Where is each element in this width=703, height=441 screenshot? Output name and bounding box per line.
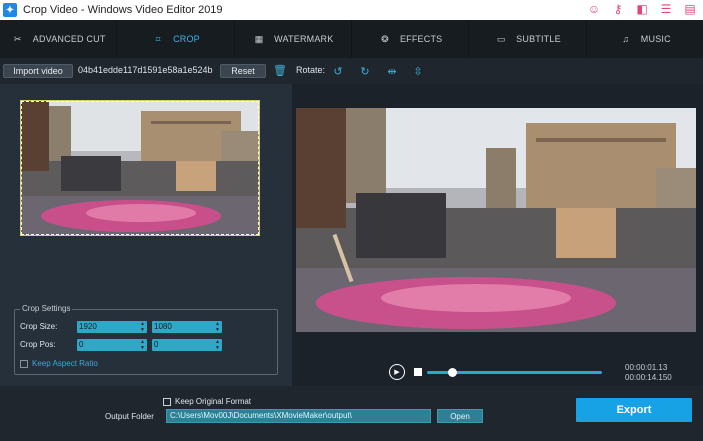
title-actions: ☺ ⚷ ◧ ☰ ▤: [587, 2, 697, 16]
seek-thumb[interactable]: [447, 368, 457, 377]
seek-bar[interactable]: [427, 368, 602, 377]
checkbox-box[interactable]: [163, 397, 171, 406]
subtitle-icon: ▭: [496, 33, 506, 44]
tab-label: MUSIC: [640, 34, 671, 44]
crop-width-input[interactable]: 1920 ▲ ▼: [77, 321, 147, 333]
crop-height-value: 1080: [154, 322, 172, 331]
spinner-arrows-icon[interactable]: ▲ ▼: [215, 339, 220, 351]
play-button[interactable]: ▶: [389, 364, 405, 380]
player-controls: ▶ 00:00:01.13 00:00:14.150: [292, 361, 703, 385]
spinner-arrows-icon[interactable]: ▲ ▼: [140, 339, 145, 351]
crop-pos-x-value: 0: [79, 340, 84, 349]
flip-horizontal-icon[interactable]: ⇹: [384, 63, 400, 79]
total-time: 00:00:14.150: [625, 373, 672, 382]
crop-settings-group: Crop Settings Crop Size: 1920 ▲ ▼ 1080 ▲ ▼…: [14, 304, 278, 375]
keep-aspect-ratio-label: Keep Aspect Ratio: [32, 359, 98, 368]
play-icon: ▶: [394, 369, 400, 376]
checkbox-box[interactable]: [20, 359, 28, 368]
flip-vertical-icon[interactable]: ⇳: [410, 63, 426, 79]
keep-aspect-ratio-checkbox[interactable]: Keep Aspect Ratio: [20, 359, 98, 368]
app-logo-icon: ✦: [3, 3, 17, 17]
list-icon[interactable]: ☰: [659, 2, 673, 16]
export-button[interactable]: Export: [576, 398, 692, 422]
preview-panel: ▶ 00:00:01.13 00:00:14.150: [292, 84, 703, 386]
music-icon: ♫: [622, 34, 630, 44]
crop-width-value: 1920: [79, 322, 97, 331]
crop-icon: ⌗: [155, 33, 161, 44]
import-video-button[interactable]: Import video: [3, 64, 73, 78]
crop-pos-y-input[interactable]: 0 ▲ ▼: [152, 339, 222, 351]
effects-icon: ❂: [381, 33, 389, 44]
open-button[interactable]: Open: [437, 409, 483, 423]
watermark-icon: ▦: [254, 33, 264, 44]
time-display: 00:00:01.13 00:00:14.150: [625, 363, 672, 383]
tab-effects[interactable]: ❂ EFFECTS: [352, 20, 470, 58]
crop-pos-x-input[interactable]: 0 ▲ ▼: [77, 339, 147, 351]
tab-watermark[interactable]: ▦ WATERMARK: [235, 20, 352, 58]
source-preview: [20, 100, 260, 236]
crop-panel: Crop Settings Crop Size: 1920 ▲ ▼ 1080 ▲ ▼…: [0, 84, 292, 386]
crop-height-input[interactable]: 1080 ▲ ▼: [152, 321, 222, 333]
tab-subtitle[interactable]: ▭ SUBTITLE: [469, 20, 587, 58]
crop-pos-y-value: 0: [154, 340, 159, 349]
crop-size-label: Crop Size:: [20, 322, 58, 331]
tab-label: CROP: [173, 34, 200, 44]
tab-bar: ✂ ADVANCED CUT ⌗ CROP ▦ WATERMARK ❂ EFFE…: [0, 20, 703, 58]
file-name: 04b41edde117d1591e58a1e524b: [78, 65, 213, 75]
face-icon[interactable]: ☺: [587, 2, 601, 16]
rotate-right-icon[interactable]: ↻: [357, 63, 373, 79]
tab-label: ADVANCED CUT: [32, 34, 106, 44]
scissors-icon: ✂: [13, 33, 22, 44]
output-folder-field[interactable]: C:\Users\Mov00J\Documents\XMovieMaker\ou…: [166, 409, 431, 423]
tab-crop[interactable]: ⌗ CROP: [117, 20, 235, 58]
layout-icon[interactable]: ◧: [635, 2, 649, 16]
title-bar: ✦ Crop Video - Windows Video Editor 2019…: [0, 0, 703, 20]
output-area: Keep Original Format Output Folder C:\Us…: [0, 386, 703, 441]
keep-original-format-label: Keep Original Format: [175, 397, 252, 406]
spinner-arrows-icon[interactable]: ▲ ▼: [140, 321, 145, 333]
trash-icon[interactable]: 🗑: [273, 64, 287, 77]
crop-pos-label: Crop Pos:: [20, 340, 56, 349]
rotate-label: Rotate:: [296, 65, 326, 75]
tab-label: EFFECTS: [399, 34, 443, 44]
rotate-left-icon[interactable]: ↺: [330, 63, 346, 79]
output-frame-image: [296, 108, 696, 332]
reset-button[interactable]: Reset: [220, 64, 266, 78]
tab-label: WATERMARK: [274, 34, 334, 44]
tab-advanced-cut[interactable]: ✂ ADVANCED CUT: [0, 20, 118, 58]
tab-music[interactable]: ♫ MUSIC: [587, 20, 703, 58]
crop-selection-box[interactable]: [21, 101, 259, 235]
toolbar: Import video 04b41edde117d1591e58a1e524b…: [0, 60, 703, 82]
stop-button[interactable]: [414, 368, 422, 376]
key-icon[interactable]: ⚷: [611, 2, 625, 16]
crop-settings-legend: Crop Settings: [20, 304, 73, 313]
window-title: Crop Video - Windows Video Editor 2019: [23, 4, 223, 16]
spinner-arrows-icon[interactable]: ▲ ▼: [215, 321, 220, 333]
tab-label: SUBTITLE: [516, 34, 561, 44]
current-time: 00:00:01.13: [625, 363, 668, 372]
output-video: [296, 108, 696, 332]
menu-icon[interactable]: ▤: [683, 2, 697, 16]
keep-original-format-checkbox[interactable]: Keep Original Format: [163, 397, 251, 406]
output-folder-label: Output Folder: [105, 412, 154, 421]
